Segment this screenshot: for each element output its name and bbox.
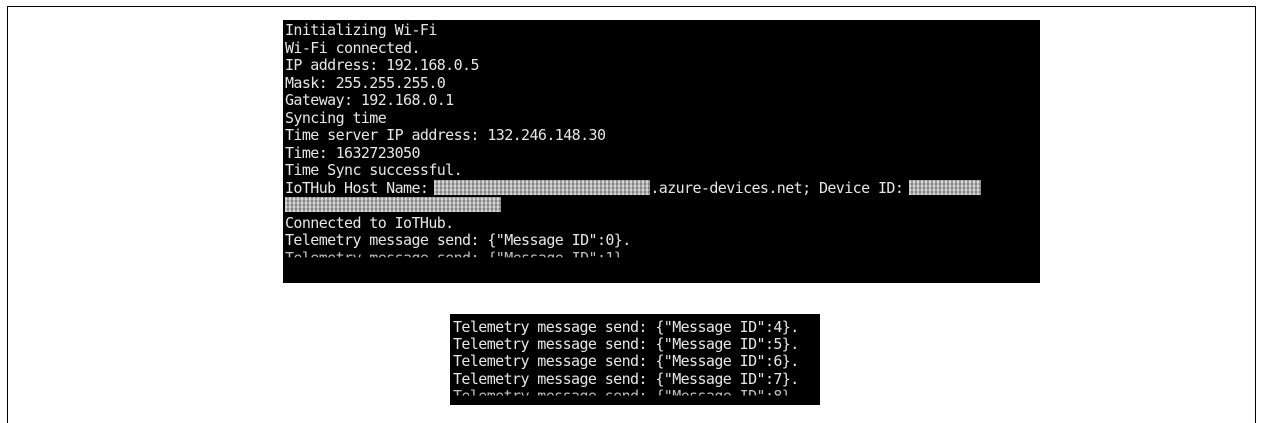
console-line: Connected to IoTHub. bbox=[285, 213, 454, 232]
device-id-continuation bbox=[285, 197, 1040, 215]
console-line: Wi-Fi connected. bbox=[285, 38, 421, 57]
console-line: Telemetry message send: {"Message ID":7}… bbox=[453, 369, 799, 388]
console-line: Syncing time bbox=[285, 108, 387, 127]
console-line: Initializing Wi-Fi bbox=[285, 21, 437, 39]
redacted-host-name bbox=[434, 179, 651, 195]
serial-console-output-top: Initializing Wi-Fi Wi-Fi connected. IP a… bbox=[283, 20, 1040, 283]
console-line: IP address: 192.168.0.5 bbox=[285, 56, 480, 74]
redacted-device-id-continued bbox=[285, 197, 501, 212]
console-line: Telemetry message send: {"Message ID":6}… bbox=[453, 352, 799, 371]
console-line: Telemetry message send: {"Message ID":5}… bbox=[453, 335, 799, 354]
console-line: Time: 1632723050 bbox=[285, 143, 421, 162]
serial-console-output-bottom: Telemetry message send: {"Message ID":4}… bbox=[450, 314, 820, 405]
console-line: Telemetry message send: {"Message ID":0}… bbox=[285, 231, 631, 249]
console-line: Time Sync successful. bbox=[285, 161, 463, 179]
console-line: Telemetry message send: {"Message ID":4}… bbox=[453, 318, 799, 336]
console-line-cut-off: Telemetry message send: {"Message ID":1}… bbox=[285, 248, 631, 267]
iothub-host-line: IoTHub Host Name: .azure-devices.net; Dev… bbox=[285, 178, 1040, 198]
console-line: Time server IP address: 132.246.148.30 bbox=[285, 126, 606, 144]
console-line: Gateway: 192.168.0.1 bbox=[285, 91, 454, 109]
host-domain-text: .azure-devices.net; Device ID: bbox=[650, 178, 904, 197]
console-line: Mask: 255.255.255.0 bbox=[285, 73, 446, 92]
console-line-cut-off: Telemetry message send: {"Message ID":8}… bbox=[453, 386, 799, 405]
redacted-device-id bbox=[909, 179, 982, 195]
host-name-label: IoTHub Host Name: bbox=[285, 178, 429, 197]
